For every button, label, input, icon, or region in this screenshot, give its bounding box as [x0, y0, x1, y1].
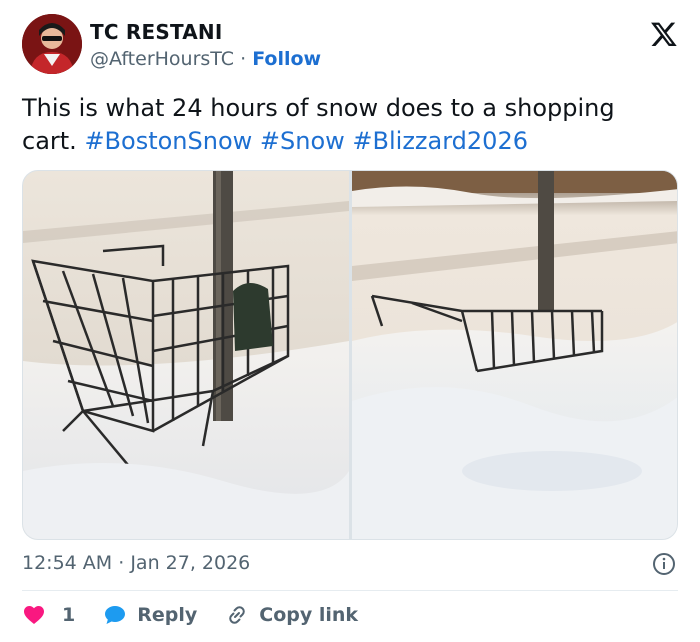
author-handle-row: @AfterHoursTC · Follow — [90, 48, 321, 70]
tweet-timestamp[interactable]: 12:54 AM · Jan 27, 2026 — [22, 552, 250, 574]
action-bar: 1 Reply Copy link — [22, 600, 386, 630]
chat-bubble-icon — [105, 606, 126, 624]
handle-separator: · — [240, 48, 247, 70]
media-grid — [22, 170, 678, 540]
tweet-text: This is what 24 hours of snow does to a … — [22, 92, 672, 158]
avatar[interactable] — [22, 14, 82, 74]
x-logo-icon[interactable] — [650, 20, 678, 48]
hashtag-snow[interactable]: #Snow — [260, 127, 345, 155]
copy-link-label: Copy link — [259, 604, 359, 626]
reply-button[interactable]: Reply — [103, 603, 197, 627]
photo-cart-upright[interactable] — [23, 171, 349, 539]
copy-link-button[interactable]: Copy link — [225, 603, 358, 627]
heart-icon — [24, 606, 44, 624]
reply-label: Reply — [137, 604, 198, 626]
author-handle[interactable]: @AfterHoursTC — [90, 48, 234, 70]
hashtag-blizzard2026[interactable]: #Blizzard2026 — [352, 127, 528, 155]
follow-button[interactable]: Follow — [252, 48, 321, 70]
link-icon — [229, 606, 246, 624]
author-name[interactable]: TC RESTANI — [90, 20, 223, 44]
info-icon[interactable] — [652, 552, 676, 576]
hashtag-bostonsnow[interactable]: #BostonSnow — [84, 127, 252, 155]
timestamp-separator: · — [118, 552, 125, 574]
tweet-date: Jan 27, 2026 — [130, 552, 251, 574]
like-button[interactable]: 1 — [22, 603, 75, 627]
tweet-time: 12:54 AM — [22, 552, 113, 574]
like-count: 1 — [62, 604, 76, 626]
tweet-header: TC RESTANI @AfterHoursTC · Follow — [22, 14, 678, 78]
divider — [22, 590, 678, 591]
photo-cart-buried[interactable] — [352, 171, 677, 539]
